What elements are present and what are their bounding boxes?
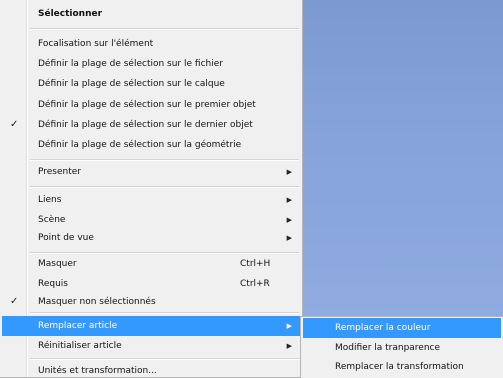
- submenu-arrow-icon: ▶: [286, 342, 292, 350]
- menu-item-label: Requis: [38, 279, 68, 289]
- submenu-item-modifier-transparence[interactable]: Modifier la tranparence: [303, 338, 501, 358]
- menu-item-label: Unités et transformation...: [38, 366, 157, 376]
- menu-item-range-last-object[interactable]: ✓ Définir la plage de sélection sur le d…: [2, 115, 300, 135]
- check-icon: ✓: [10, 119, 19, 130]
- menu-item-label: Définir la plage de sélection sur le cal…: [38, 79, 225, 89]
- menu-item-label: Définir la plage de sélection sur le pre…: [38, 100, 256, 110]
- menu-header-selectionner[interactable]: Sélectionner: [2, 4, 300, 24]
- menu-separator: [30, 28, 299, 30]
- menu-item-masquer[interactable]: Masquer Ctrl+H: [2, 254, 300, 274]
- menu-item-label: Masquer non sélectionnés: [38, 297, 156, 307]
- submenu-item-remplacer-couleur[interactable]: Remplacer la couleur: [303, 318, 501, 338]
- menu-item-unites-transformation[interactable]: Unités et transformation...: [2, 361, 300, 378]
- menu-item-range-file[interactable]: Définir la plage de sélection sur le fic…: [2, 54, 300, 74]
- menu-item-label: Définir la plage de sélection sur le fic…: [38, 59, 223, 69]
- submenu-arrow-icon: ▶: [286, 168, 292, 176]
- menu-item-label: Scène: [38, 215, 66, 225]
- context-menu: Sélectionner Focalisation sur l'élément …: [0, 0, 303, 378]
- menu-item-label: Point de vue: [38, 233, 94, 243]
- menu-item-range-first-object[interactable]: Définir la plage de sélection sur le pre…: [2, 95, 300, 115]
- menu-item-scene[interactable]: Scène ▶: [2, 210, 300, 230]
- submenu-remplacer-article: Remplacer la couleur Modifier la tranpar…: [300, 316, 503, 378]
- menu-item-label: Masquer: [38, 259, 77, 269]
- menu-item-requis[interactable]: Requis Ctrl+R: [2, 274, 300, 294]
- menu-item-masquer-non-selectionnes[interactable]: ✓ Masquer non sélectionnés: [2, 292, 300, 312]
- submenu-arrow-icon: ▶: [286, 196, 292, 204]
- menu-item-label: Remplacer la transformation: [335, 362, 464, 372]
- menu-item-label: Modifier la tranparence: [335, 343, 441, 353]
- menu-item-range-layer[interactable]: Définir la plage de sélection sur le cal…: [2, 74, 300, 94]
- submenu-arrow-icon: ▶: [286, 322, 292, 330]
- menu-item-liens[interactable]: Liens ▶: [2, 190, 300, 210]
- shortcut-label: Ctrl+R: [240, 279, 270, 289]
- submenu-arrow-icon: ▶: [286, 234, 292, 242]
- menu-item-label: Liens: [38, 195, 62, 205]
- screen: Sélectionner Focalisation sur l'élément …: [0, 0, 503, 378]
- menu-item-point-de-vue[interactable]: Point de vue ▶: [2, 228, 300, 248]
- menu-item-label: Focalisation sur l'élément: [38, 39, 154, 49]
- menu-item-presenter[interactable]: Presenter ▶: [2, 162, 300, 182]
- menu-separator: [30, 312, 299, 314]
- menu-item-range-geometry[interactable]: Définir la plage de sélection sur la géo…: [2, 135, 300, 155]
- menu-separator: [30, 358, 299, 360]
- menu-separator: [30, 159, 299, 161]
- menu-item-label: Remplacer article: [38, 321, 118, 331]
- menu-item-focus[interactable]: Focalisation sur l'élément: [2, 34, 300, 54]
- submenu-arrow-icon: ▶: [286, 216, 292, 224]
- submenu-item-remplacer-transformation[interactable]: Remplacer la transformation: [303, 357, 501, 377]
- menu-item-label: Réinitialiser article: [38, 341, 122, 351]
- menu-item-reinitialiser-article[interactable]: Réinitialiser article ▶: [2, 336, 300, 356]
- menu-item-label: Définir la plage de sélection sur le der…: [38, 120, 253, 130]
- menu-item-remplacer-article[interactable]: Remplacer article ▶: [2, 316, 300, 336]
- menu-item-label: Presenter: [38, 167, 82, 177]
- menu-separator: [30, 186, 299, 188]
- shortcut-label: Ctrl+H: [240, 259, 271, 269]
- menu-header-label: Sélectionner: [38, 9, 103, 19]
- menu-item-label: Définir la plage de sélection sur la géo…: [38, 140, 242, 150]
- desktop-background: [300, 0, 503, 316]
- menu-item-label: Remplacer la couleur: [335, 323, 431, 333]
- check-icon: ✓: [10, 296, 19, 307]
